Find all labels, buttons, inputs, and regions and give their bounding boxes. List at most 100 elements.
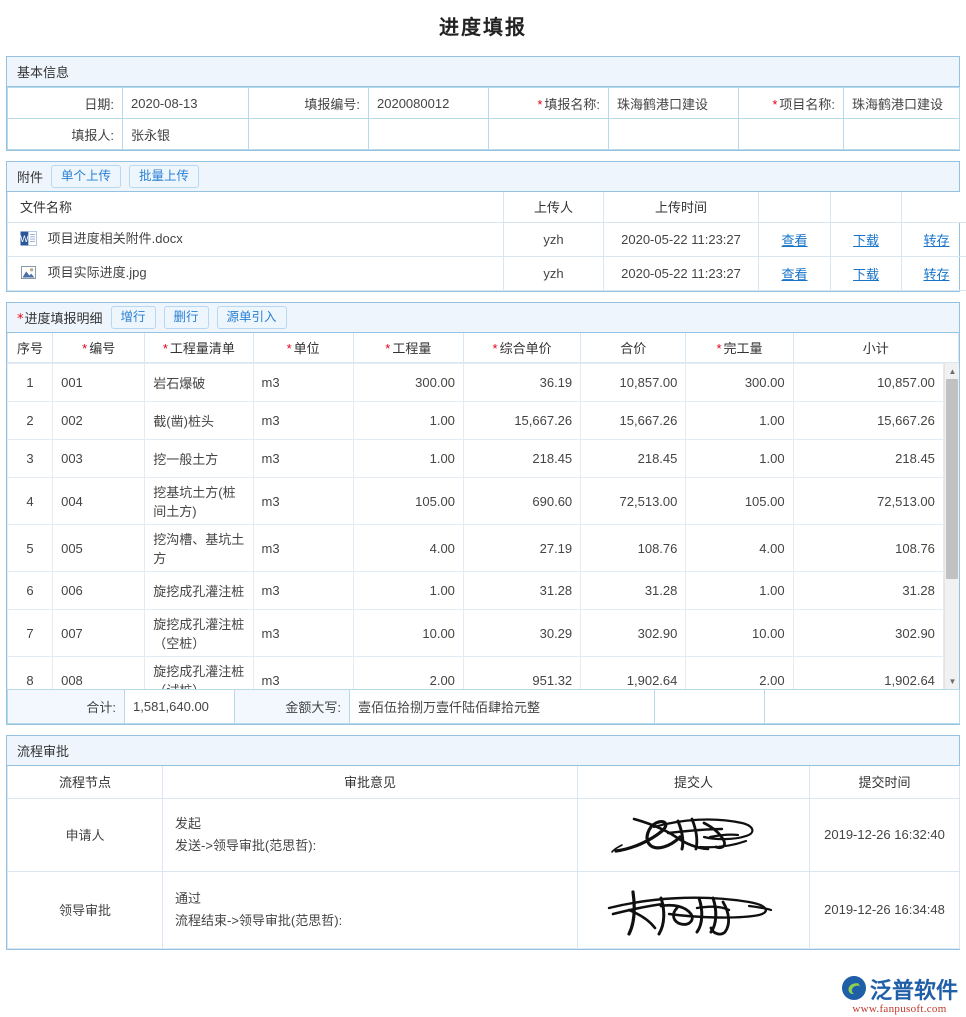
scroll-down-arrow[interactable]: ▼ (945, 673, 959, 689)
row-unit[interactable]: m3 (253, 402, 353, 440)
scroll-up-arrow[interactable]: ▲ (945, 363, 959, 379)
opinion-line-2: 流程结束->领导审批(范思哲): (175, 910, 565, 932)
row-qty[interactable]: 300.00 (353, 364, 463, 402)
detail-scroll-area[interactable]: 1 001 岩石爆破 m3 300.00 36.19 10,857.00 300… (7, 363, 959, 689)
detail-vertical-scrollbar[interactable]: ▲ ▼ (944, 363, 959, 689)
col-approval-opinion: 审批意见 (163, 766, 578, 798)
reporter-value[interactable]: 张永银 (123, 119, 249, 150)
download-link[interactable]: 下载 (831, 256, 902, 290)
row-item[interactable]: 挖基坑土方(桩间土方) (145, 478, 253, 525)
row-qty[interactable]: 105.00 (353, 478, 463, 525)
row-unit[interactable]: m3 (253, 440, 353, 478)
report-code-value[interactable]: 2020080012 (369, 88, 489, 119)
row-code[interactable]: 008 (53, 657, 145, 690)
row-item[interactable]: 挖沟槽、基坑土方 (145, 525, 253, 572)
table-row[interactable]: 3 003 挖一般土方 m3 1.00 218.45 218.45 1.00 2… (8, 440, 959, 478)
project-name-value[interactable]: 珠海鹤港口建设 (844, 88, 960, 119)
col-subtotal: 小计 (793, 333, 958, 363)
total-label: 合计: (8, 690, 125, 724)
col-action-download (831, 192, 902, 222)
row-unit-price[interactable]: 31.28 (463, 572, 580, 610)
svg-text:W: W (20, 234, 29, 244)
table-row[interactable]: 6 006 旋挖成孔灌注桩 m3 1.00 31.28 31.28 1.00 3… (8, 572, 959, 610)
row-qty[interactable]: 1.00 (353, 572, 463, 610)
row-item[interactable]: 旋挖成孔灌注桩（空桩） (145, 610, 253, 657)
row-code[interactable]: 001 (53, 364, 145, 402)
table-row[interactable]: 8 008 旋挖成孔灌注桩（试桩） m3 2.00 951.32 1,902.6… (8, 657, 959, 690)
approval-opinion: 发起 发送->领导审批(范思哲): (163, 798, 578, 871)
row-unit[interactable]: m3 (253, 478, 353, 525)
row-done-qty[interactable]: 2.00 (686, 657, 793, 690)
row-item[interactable]: 旋挖成孔灌注桩 (145, 572, 253, 610)
table-row[interactable]: 1 001 岩石爆破 m3 300.00 36.19 10,857.00 300… (8, 364, 959, 402)
row-code[interactable]: 002 (53, 402, 145, 440)
row-item[interactable]: 截(凿)桩头 (145, 402, 253, 440)
batch-upload-button[interactable]: 批量上传 (129, 165, 199, 188)
row-unit-price[interactable]: 690.60 (463, 478, 580, 525)
scrollbar-thumb[interactable] (946, 379, 958, 579)
table-row[interactable]: 4 004 挖基坑土方(桩间土方) m3 105.00 690.60 72,51… (8, 478, 959, 525)
row-unit[interactable]: m3 (253, 572, 353, 610)
submit-time: 2019-12-26 16:32:40 (810, 798, 960, 871)
approval-panel: 流程审批 流程节点 审批意见 提交人 提交时间 申请人 发起 发送->领导审批(… (6, 735, 960, 950)
approval-header-row: 流程节点 审批意见 提交人 提交时间 (8, 766, 960, 798)
row-unit[interactable]: m3 (253, 525, 353, 572)
delete-row-button[interactable]: 删行 (164, 306, 209, 329)
table-row[interactable]: 5 005 挖沟槽、基坑土方 m3 4.00 27.19 108.76 4.00… (8, 525, 959, 572)
report-name-value[interactable]: 珠海鹤港口建设 (609, 88, 739, 119)
row-code[interactable]: 005 (53, 525, 145, 572)
row-done-qty[interactable]: 105.00 (686, 478, 793, 525)
row-unit-price[interactable]: 951.32 (463, 657, 580, 690)
row-seq: 2 (8, 402, 53, 440)
row-qty[interactable]: 2.00 (353, 657, 463, 690)
basic-info-grid: 日期: 2020-08-13 填报编号: 2020080012 *填报名称: 珠… (7, 87, 960, 150)
import-source-button[interactable]: 源单引入 (217, 306, 287, 329)
fanpu-logo-icon (841, 975, 867, 1004)
row-qty[interactable]: 10.00 (353, 610, 463, 657)
row-done-qty[interactable]: 4.00 (686, 525, 793, 572)
row-done-qty[interactable]: 1.00 (686, 402, 793, 440)
required-asterisk: * (537, 97, 542, 112)
col-item: *工程量清单 (145, 333, 253, 363)
table-row[interactable]: 2 002 截(凿)桩头 m3 1.00 15,667.26 15,667.26… (8, 402, 959, 440)
row-unit[interactable]: m3 (253, 610, 353, 657)
row-qty[interactable]: 4.00 (353, 525, 463, 572)
row-item[interactable]: 岩石爆破 (145, 364, 253, 402)
row-unit-price[interactable]: 27.19 (463, 525, 580, 572)
row-unit[interactable]: m3 (253, 364, 353, 402)
row-done-qty[interactable]: 300.00 (686, 364, 793, 402)
add-row-button[interactable]: 增行 (111, 306, 156, 329)
watermark-brand: 泛普软件 (870, 973, 958, 1005)
row-amount: 10,857.00 (581, 364, 686, 402)
row-unit-price[interactable]: 218.45 (463, 440, 580, 478)
save-as-link[interactable]: 转存 (902, 256, 966, 290)
view-link[interactable]: 查看 (759, 256, 831, 290)
row-amount: 15,667.26 (581, 402, 686, 440)
signature-leader (599, 880, 789, 940)
date-value[interactable]: 2020-08-13 (123, 88, 249, 119)
single-upload-button[interactable]: 单个上传 (51, 165, 121, 188)
approval-table: 流程节点 审批意见 提交人 提交时间 申请人 发起 发送->领导审批(范思哲): (7, 766, 960, 949)
attachment-file-name-text[interactable]: 项目进度相关附件.docx (48, 231, 183, 246)
row-unit[interactable]: m3 (253, 657, 353, 690)
row-code[interactable]: 003 (53, 440, 145, 478)
row-qty[interactable]: 1.00 (353, 402, 463, 440)
row-item[interactable]: 旋挖成孔灌注桩（试桩） (145, 657, 253, 690)
table-row[interactable]: 7 007 旋挖成孔灌注桩（空桩） m3 10.00 30.29 302.90 … (8, 610, 959, 657)
row-code[interactable]: 007 (53, 610, 145, 657)
row-qty[interactable]: 1.00 (353, 440, 463, 478)
row-done-qty[interactable]: 1.00 (686, 440, 793, 478)
row-code[interactable]: 004 (53, 478, 145, 525)
row-item[interactable]: 挖一般土方 (145, 440, 253, 478)
row-unit-price[interactable]: 30.29 (463, 610, 580, 657)
row-unit-price[interactable]: 36.19 (463, 364, 580, 402)
approval-header: 流程审批 (7, 736, 959, 766)
row-unit-price[interactable]: 15,667.26 (463, 402, 580, 440)
row-done-qty[interactable]: 1.00 (686, 572, 793, 610)
download-link[interactable]: 下载 (831, 222, 902, 256)
attachment-file-name-text[interactable]: 项目实际进度.jpg (48, 265, 147, 280)
row-done-qty[interactable]: 10.00 (686, 610, 793, 657)
view-link[interactable]: 查看 (759, 222, 831, 256)
row-code[interactable]: 006 (53, 572, 145, 610)
save-as-link[interactable]: 转存 (902, 222, 966, 256)
